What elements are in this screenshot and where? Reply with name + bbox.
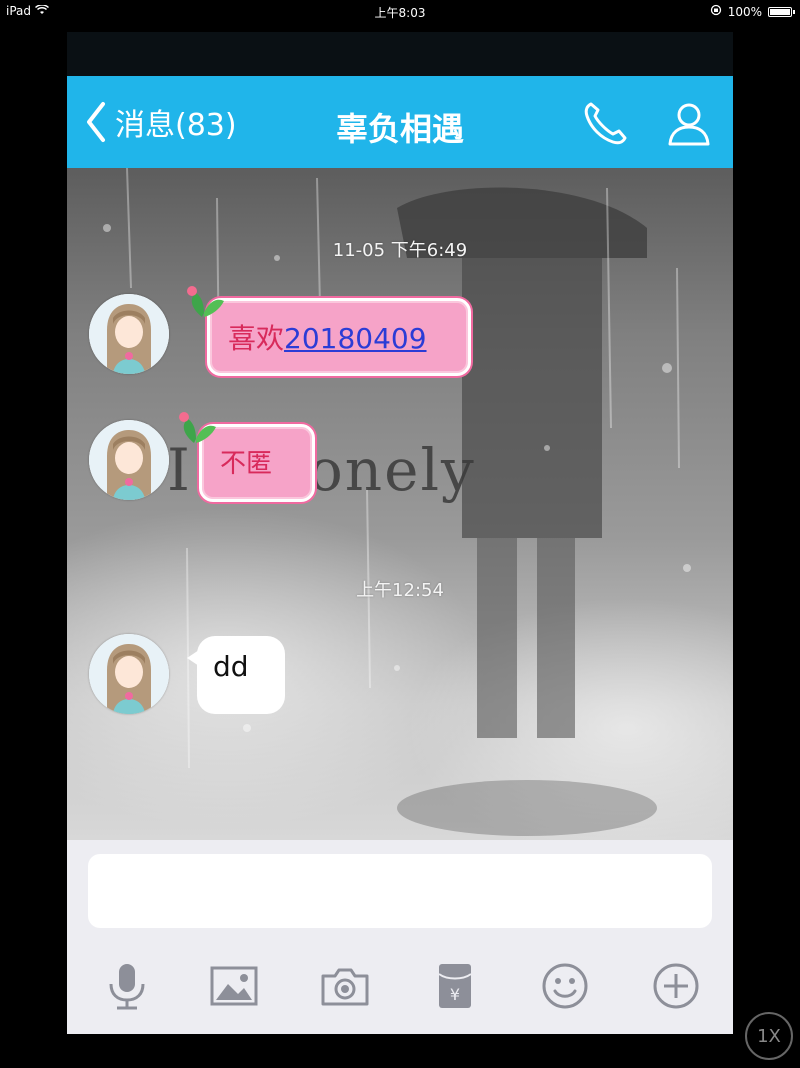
contact-icon[interactable] [663, 98, 715, 150]
phone-icon[interactable] [579, 98, 631, 150]
message-text: 喜欢20180409 [228, 317, 427, 357]
message-link[interactable]: 20180409 [284, 322, 427, 355]
message-prefix: 喜欢 [228, 322, 285, 355]
message-bubble[interactable]: dd [187, 636, 285, 714]
chat-area[interactable]: I'm lonely 11-05 下午6:49 喜欢20180409 不匿 上午… [67, 168, 733, 840]
avatar[interactable] [89, 634, 169, 714]
message-text: dd [213, 650, 249, 683]
orientation-lock-icon [710, 4, 722, 19]
back-label: 消息(83) [115, 108, 237, 143]
plus-icon[interactable] [650, 960, 702, 1012]
microphone-icon[interactable] [101, 960, 153, 1012]
chat-title: 辜负相遇 [335, 110, 464, 148]
timestamp: 11-05 下午6:49 [332, 240, 468, 261]
message-bubble[interactable]: 不匿 [179, 412, 315, 502]
status-time: 上午8:03 [374, 6, 426, 20]
camera-icon[interactable] [319, 960, 371, 1012]
chevron-left-icon [87, 102, 105, 142]
avatar[interactable] [89, 420, 169, 500]
strawberry-leaf-icon [187, 286, 224, 317]
svg-text:¥: ¥ [450, 985, 460, 1004]
image-icon[interactable] [208, 960, 260, 1012]
battery-percent: 100% [727, 4, 762, 19]
message-text: 不匿 [220, 449, 273, 479]
emoji-icon[interactable] [539, 960, 591, 1012]
status-bar: iPad 上午8:03 100% [0, 0, 800, 22]
strawberry-leaf-icon [179, 412, 216, 443]
chat-app: 消息(83) 辜负相遇 I'm lonely 11-05 下午6:49 喜欢20… [67, 32, 733, 1034]
battery-icon [768, 6, 795, 17]
message-bubble[interactable]: 喜欢20180409 [187, 286, 471, 376]
timestamp: 上午12:54 [356, 580, 444, 601]
avatar[interactable] [89, 294, 169, 374]
rainy-window-background [67, 168, 733, 840]
chat-header: 消息(83) 辜负相遇 [67, 76, 733, 168]
zoom-badge[interactable]: 1X [745, 1012, 793, 1060]
input-bar: ¥ [67, 840, 733, 1034]
message-input[interactable] [88, 854, 712, 928]
back-button[interactable]: 消息(83) [83, 100, 237, 144]
status-right: 100% [710, 4, 795, 19]
red-packet-icon[interactable]: ¥ [429, 960, 481, 1012]
